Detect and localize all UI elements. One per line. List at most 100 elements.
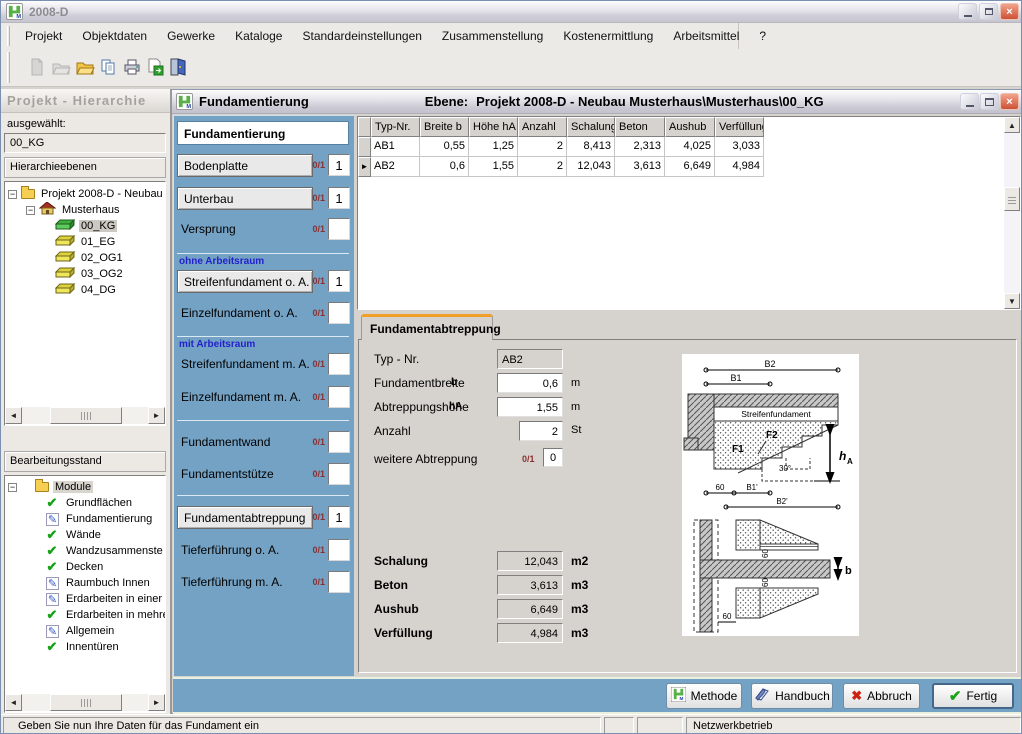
menu-help[interactable]: ? [749, 25, 776, 47]
column-header[interactable]: Breite b [420, 117, 469, 137]
category-label[interactable]: Streifenfundament m. A. [181, 357, 310, 371]
module-item[interactable]: ✔ Wände [5, 527, 165, 543]
tab-fundamentabtreppung[interactable]: Fundamentabtreppung [361, 314, 493, 340]
column-header[interactable]: Schalung [567, 117, 615, 137]
category-label[interactable]: Einzelfundament o. A. [181, 306, 298, 320]
scroll-right-icon[interactable]: ► [148, 694, 165, 711]
module-item[interactable]: ✎ Fundamentierung [5, 511, 165, 527]
anzahl-input[interactable]: 2 [519, 421, 563, 441]
scroll-down-icon[interactable]: ▼ [1004, 293, 1020, 309]
menu-objektdaten[interactable]: Objektdaten [72, 25, 157, 47]
modules-tree-hscrollbar[interactable]: ◄ ► [5, 694, 165, 711]
handbuch-button[interactable]: Handbuch [751, 683, 833, 709]
inner-minimize-button[interactable] [960, 93, 979, 110]
restore-button[interactable] [979, 3, 998, 20]
hoehe-input[interactable]: 1,55 [497, 397, 563, 417]
module-item[interactable]: ✔ Erdarbeiten in mehre [5, 607, 165, 623]
table-row-selected[interactable]: ► AB2 0,6 1,55 2 12,043 3,613 6,649 4,98… [358, 157, 1004, 177]
category-label[interactable]: Versprung [181, 222, 236, 236]
category-count-field[interactable]: 1 [328, 270, 350, 292]
scroll-left-icon[interactable]: ◄ [5, 407, 22, 424]
menu-arbeitsmittel[interactable]: Arbeitsmittel [663, 25, 749, 47]
menu-kostenermittlung[interactable]: Kostenermittlung [553, 25, 663, 47]
breite-input[interactable]: 0,6 [497, 373, 563, 393]
scroll-up-icon[interactable]: ▲ [1004, 117, 1020, 133]
project-tree-hscrollbar[interactable]: ◄ ► [5, 407, 165, 424]
scrollbar-thumb[interactable] [50, 694, 122, 711]
category-label[interactable]: Tieferführung o. A. [181, 543, 279, 557]
tree-item-02og1[interactable]: 02_OG1 [5, 250, 165, 266]
category-count-field[interactable] [328, 302, 350, 324]
export-icon[interactable] [143, 54, 166, 80]
module-item[interactable]: ✎ Erdarbeiten in einer [5, 591, 165, 607]
module-item[interactable]: ✔ Innentüren [5, 639, 165, 655]
minimize-button[interactable] [958, 3, 977, 20]
category-count-field[interactable] [328, 218, 350, 240]
module-item[interactable]: ✔ Grundflächen [5, 495, 165, 511]
menu-zusammenstellung[interactable]: Zusammenstellung [432, 25, 553, 47]
category-label[interactable]: Einzelfundament m. A. [181, 390, 301, 404]
collapse-icon[interactable]: − [8, 190, 17, 199]
tree-item-00kg[interactable]: 00_KG [5, 218, 165, 234]
category-count-field[interactable]: 1 [328, 187, 350, 209]
close-button[interactable]: × [1000, 3, 1019, 20]
category-count-field[interactable] [328, 571, 350, 593]
category-label[interactable]: Fundamentstütze [181, 467, 274, 481]
scroll-right-icon[interactable]: ► [148, 407, 165, 424]
category-counter: 0/1 [303, 545, 325, 555]
category-label[interactable]: Tieferführung m. A. [181, 575, 283, 589]
tree-item-module[interactable]: − Module [5, 479, 165, 495]
scrollbar-thumb[interactable] [50, 407, 122, 424]
tree-item-01eg[interactable]: 01_EG [5, 234, 165, 250]
fertig-button[interactable]: ✔ Fertig [932, 683, 1014, 709]
column-header[interactable]: Typ-Nr. [371, 117, 420, 137]
tree-item-musterhaus[interactable]: − Musterhaus [5, 202, 165, 218]
collapse-icon[interactable]: − [8, 483, 17, 492]
category-count-field[interactable]: 1 [328, 506, 350, 528]
menu-gewerke[interactable]: Gewerke [157, 25, 225, 47]
collapse-icon[interactable]: − [26, 206, 35, 215]
check-icon: ✔ [44, 527, 60, 543]
copy-icon[interactable] [96, 54, 119, 80]
inner-maximize-button[interactable] [980, 93, 999, 110]
category-count-field[interactable] [328, 539, 350, 561]
abbruch-button[interactable]: ✖ Abbruch [843, 683, 920, 709]
menu-kataloge[interactable]: Kataloge [225, 25, 292, 47]
module-item[interactable]: ✎ Raumbuch Innen [5, 575, 165, 591]
module-item[interactable]: ✎ Allgemein [5, 623, 165, 639]
menu-projekt[interactable]: Projekt [15, 25, 72, 47]
category-button[interactable]: Bodenplatte [177, 154, 313, 177]
weitere-input[interactable]: 0 [543, 448, 563, 467]
table-row[interactable]: AB1 0,55 1,25 2 8,413 2,313 4,025 3,033 [358, 137, 1004, 157]
tree-item-04dg[interactable]: 04_DG [5, 282, 165, 298]
category-count-field[interactable]: 1 [328, 154, 350, 176]
scrollbar-thumb[interactable] [1004, 187, 1020, 211]
row-selector[interactable] [358, 137, 371, 157]
tree-item-03og2[interactable]: 03_OG2 [5, 266, 165, 282]
tree-item-project[interactable]: − Projekt 2008-D - Neubau [5, 186, 165, 202]
scroll-left-icon[interactable]: ◄ [5, 694, 22, 711]
column-header[interactable]: Verfüllung [715, 117, 764, 137]
category-count-field[interactable] [328, 353, 350, 375]
module-item[interactable]: ✔ Wandzusammenste [5, 543, 165, 559]
column-header[interactable]: Aushub [665, 117, 715, 137]
category-button[interactable]: Unterbau [177, 187, 313, 210]
column-header[interactable]: Höhe hA [469, 117, 518, 137]
table-vscrollbar[interactable]: ▲ ▼ [1004, 117, 1020, 309]
methode-button[interactable]: M Methode [666, 683, 742, 709]
folder-open-icon[interactable] [73, 54, 96, 80]
category-count-field[interactable] [328, 463, 350, 485]
module-item[interactable]: ✔ Decken [5, 559, 165, 575]
category-button[interactable]: Streifenfundament o. A. [177, 270, 313, 293]
exit-door-icon[interactable] [166, 54, 189, 80]
row-pointer-icon[interactable]: ► [358, 157, 371, 177]
column-header[interactable]: Anzahl [518, 117, 567, 137]
category-label[interactable]: Fundamentwand [181, 435, 270, 449]
column-header[interactable]: Beton [615, 117, 665, 137]
category-button[interactable]: Fundamentabtreppung [177, 506, 313, 529]
category-count-field[interactable] [328, 431, 350, 453]
inner-close-button[interactable]: × [1000, 93, 1019, 110]
print-icon[interactable] [120, 54, 143, 80]
menu-standardeinstellungen[interactable]: Standardeinstellungen [292, 25, 431, 47]
category-count-field[interactable] [328, 386, 350, 408]
